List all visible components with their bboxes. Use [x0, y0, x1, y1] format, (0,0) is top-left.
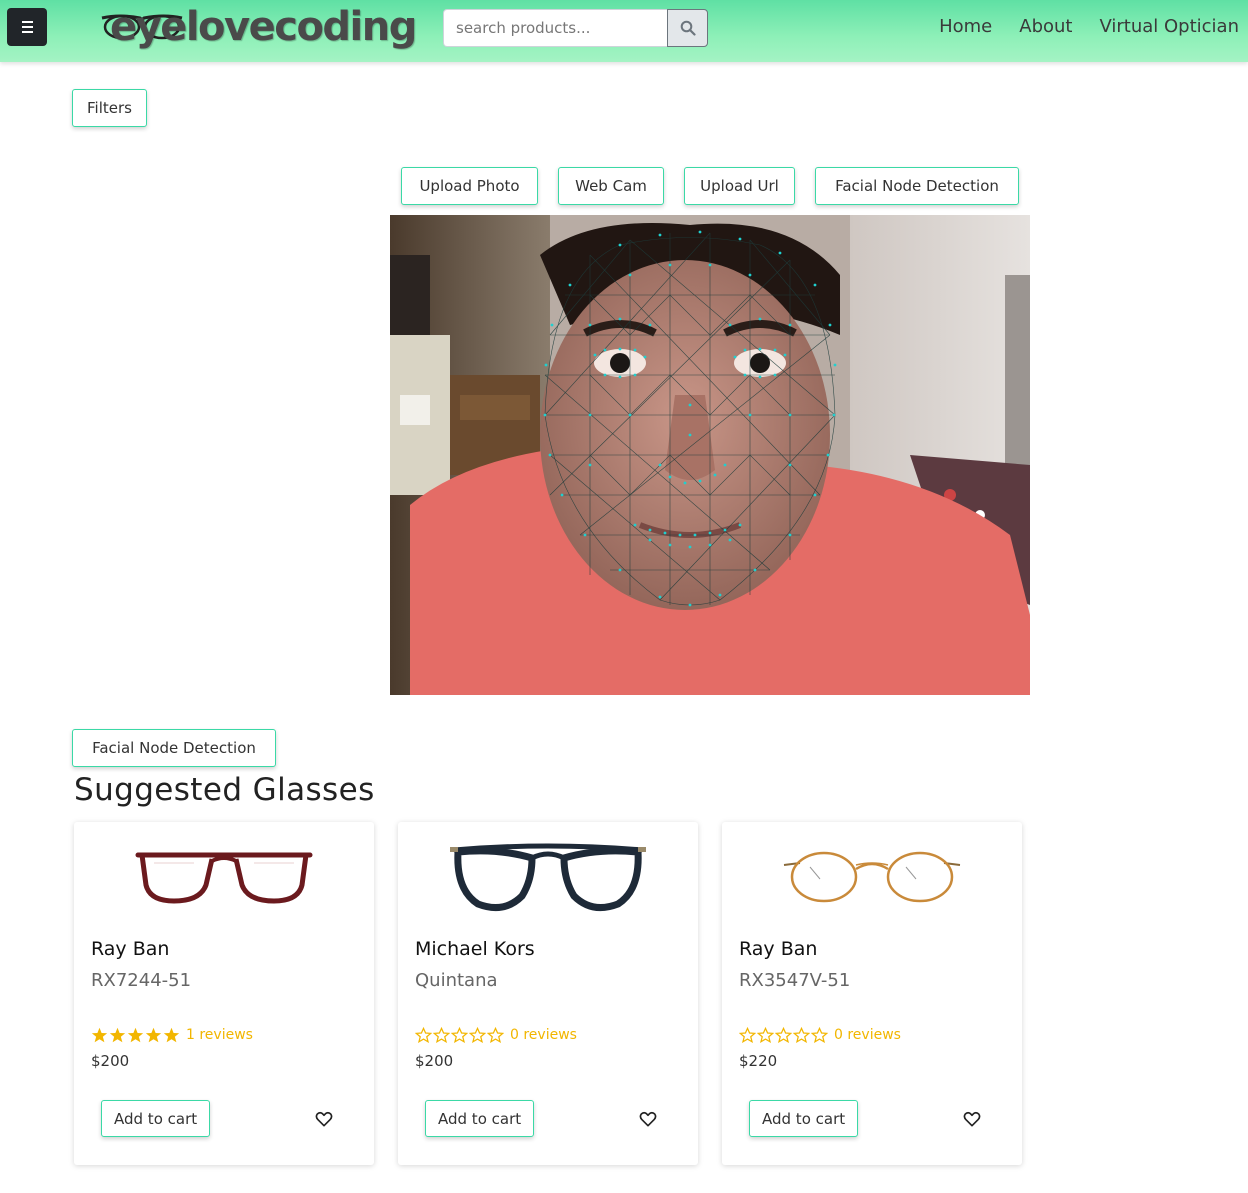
- glasses-image: [783, 851, 961, 903]
- star-outline-icon: [739, 1027, 756, 1043]
- add-to-cart-button[interactable]: Add to cart: [749, 1100, 859, 1137]
- glasses-image: [135, 852, 313, 904]
- hamburger-icon: [21, 21, 33, 33]
- star-filled-icon: [127, 1027, 144, 1043]
- product-price: $200: [91, 1052, 130, 1070]
- product-rating: 0 reviews: [739, 1027, 901, 1043]
- search-bar: [443, 9, 708, 47]
- logo[interactable]: eyelovecoding: [100, 2, 417, 54]
- star-outline-icon: [757, 1027, 774, 1043]
- facial-node-detection-tab-button[interactable]: Facial Node Detection: [815, 167, 1019, 205]
- product-card[interactable]: Ray Ban RX7244-51 1 reviews $200 Add to …: [74, 822, 374, 1165]
- webcam-preview: [390, 215, 1030, 695]
- menu-toggle-button[interactable]: [7, 8, 47, 46]
- star-filled-icon: [109, 1027, 126, 1043]
- star-filled-icon: [91, 1027, 108, 1043]
- glasses-image: [450, 843, 646, 912]
- review-count[interactable]: 0 reviews: [510, 1027, 577, 1043]
- star-filled-icon: [163, 1027, 180, 1043]
- star-outline-icon: [469, 1027, 486, 1043]
- suggested-glasses-heading: Suggested Glasses: [74, 772, 375, 808]
- rating-stars: [91, 1027, 180, 1043]
- product-image[interactable]: [104, 832, 344, 922]
- logo-text: eyelovecoding: [110, 4, 417, 50]
- product-brand[interactable]: Michael Kors: [415, 938, 535, 960]
- search-input[interactable]: [443, 9, 667, 47]
- product-model: Quintana: [415, 970, 498, 991]
- star-outline-icon: [775, 1027, 792, 1043]
- product-rating: 0 reviews: [415, 1027, 577, 1043]
- product-image[interactable]: [752, 832, 992, 922]
- search-button[interactable]: [667, 9, 708, 47]
- star-outline-icon: [487, 1027, 504, 1043]
- heart-icon[interactable]: [962, 1109, 982, 1129]
- facial-node-detection-button[interactable]: Facial Node Detection: [72, 729, 276, 767]
- web-cam-button[interactable]: Web Cam: [558, 167, 664, 205]
- product-model: RX3547V-51: [739, 970, 851, 991]
- product-price: $200: [415, 1052, 454, 1070]
- product-card[interactable]: Michael Kors Quintana 0 reviews $200 Add…: [398, 822, 698, 1165]
- review-count[interactable]: 1 reviews: [186, 1027, 253, 1043]
- product-brand[interactable]: Ray Ban: [739, 938, 817, 960]
- nav-about-link[interactable]: About: [1019, 14, 1072, 40]
- filters-button[interactable]: Filters: [72, 89, 147, 127]
- product-price: $220: [739, 1052, 778, 1070]
- navbar: eyelovecoding Home About Virtual Opticia…: [0, 0, 1248, 62]
- product-model: RX7244-51: [91, 970, 192, 991]
- star-outline-icon: [433, 1027, 450, 1043]
- webcam-frame: [390, 215, 1030, 695]
- heart-icon[interactable]: [314, 1109, 334, 1129]
- star-outline-icon: [793, 1027, 810, 1043]
- rating-stars: [415, 1027, 504, 1043]
- nav-virtual-optician-link[interactable]: Virtual Optician: [1099, 14, 1239, 40]
- star-outline-icon: [451, 1027, 468, 1043]
- upload-url-button[interactable]: Upload Url: [684, 167, 795, 205]
- star-filled-icon: [145, 1027, 162, 1043]
- add-to-cart-button[interactable]: Add to cart: [425, 1100, 535, 1137]
- product-brand[interactable]: Ray Ban: [91, 938, 169, 960]
- nav-home-link[interactable]: Home: [939, 14, 992, 40]
- upload-photo-button[interactable]: Upload Photo: [401, 167, 538, 205]
- review-count[interactable]: 0 reviews: [834, 1027, 901, 1043]
- main-nav: Home About Virtual Optician: [939, 14, 1239, 40]
- product-rating: 1 reviews: [91, 1027, 253, 1043]
- add-to-cart-button[interactable]: Add to cart: [101, 1100, 211, 1137]
- star-outline-icon: [415, 1027, 432, 1043]
- star-outline-icon: [811, 1027, 828, 1043]
- rating-stars: [739, 1027, 828, 1043]
- heart-icon[interactable]: [638, 1109, 658, 1129]
- product-image[interactable]: [428, 832, 668, 922]
- search-icon: [680, 20, 696, 36]
- product-card[interactable]: Ray Ban RX3547V-51 0 reviews $220 Add to…: [722, 822, 1022, 1165]
